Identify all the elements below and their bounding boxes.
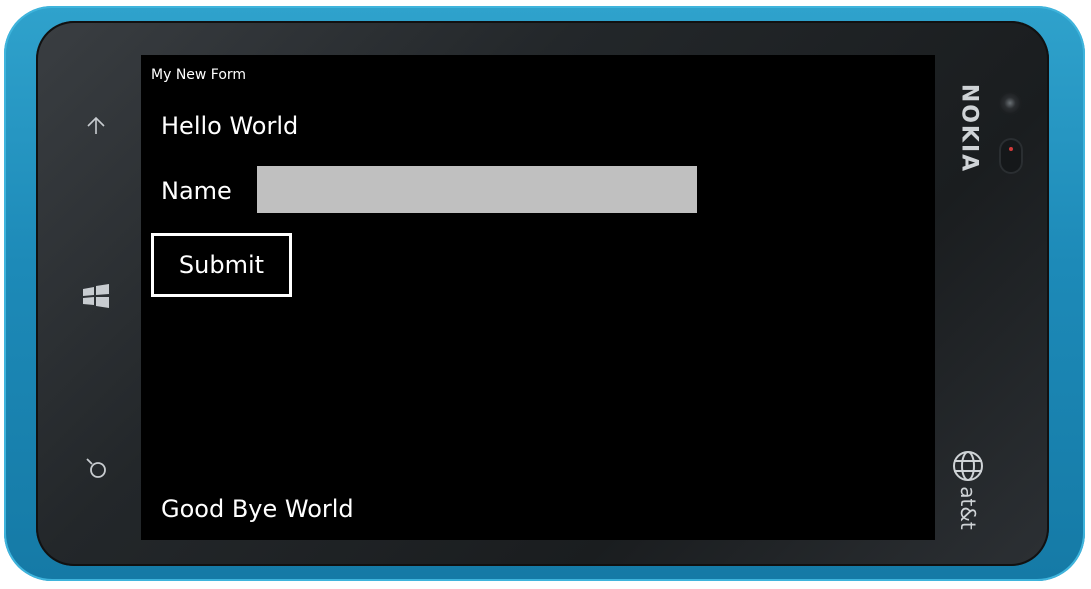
name-label: Name	[161, 177, 232, 205]
hello-label: Hello World	[161, 112, 299, 140]
front-camera-icon	[1000, 93, 1020, 113]
goodbye-label: Good Bye World	[161, 495, 354, 523]
att-globe-icon	[953, 451, 983, 481]
att-logo: at&t	[948, 448, 988, 530]
carrier-label: at&t	[956, 486, 980, 530]
search-icon[interactable]	[81, 453, 111, 483]
sensor-light	[1009, 147, 1013, 151]
name-input[interactable]	[257, 166, 697, 213]
windows-logo-icon[interactable]	[81, 281, 111, 311]
phone-device: NOKIA at&t My New Form Hello World Name …	[0, 0, 1091, 589]
submit-button[interactable]: Submit	[151, 233, 292, 297]
nokia-logo: NOKIA	[956, 83, 982, 174]
proximity-sensor	[999, 138, 1023, 174]
back-arrow-icon[interactable]	[81, 111, 111, 141]
form-title: My New Form	[151, 67, 247, 83]
app-screen: My New Form Hello World Name Submit Good…	[141, 55, 935, 540]
